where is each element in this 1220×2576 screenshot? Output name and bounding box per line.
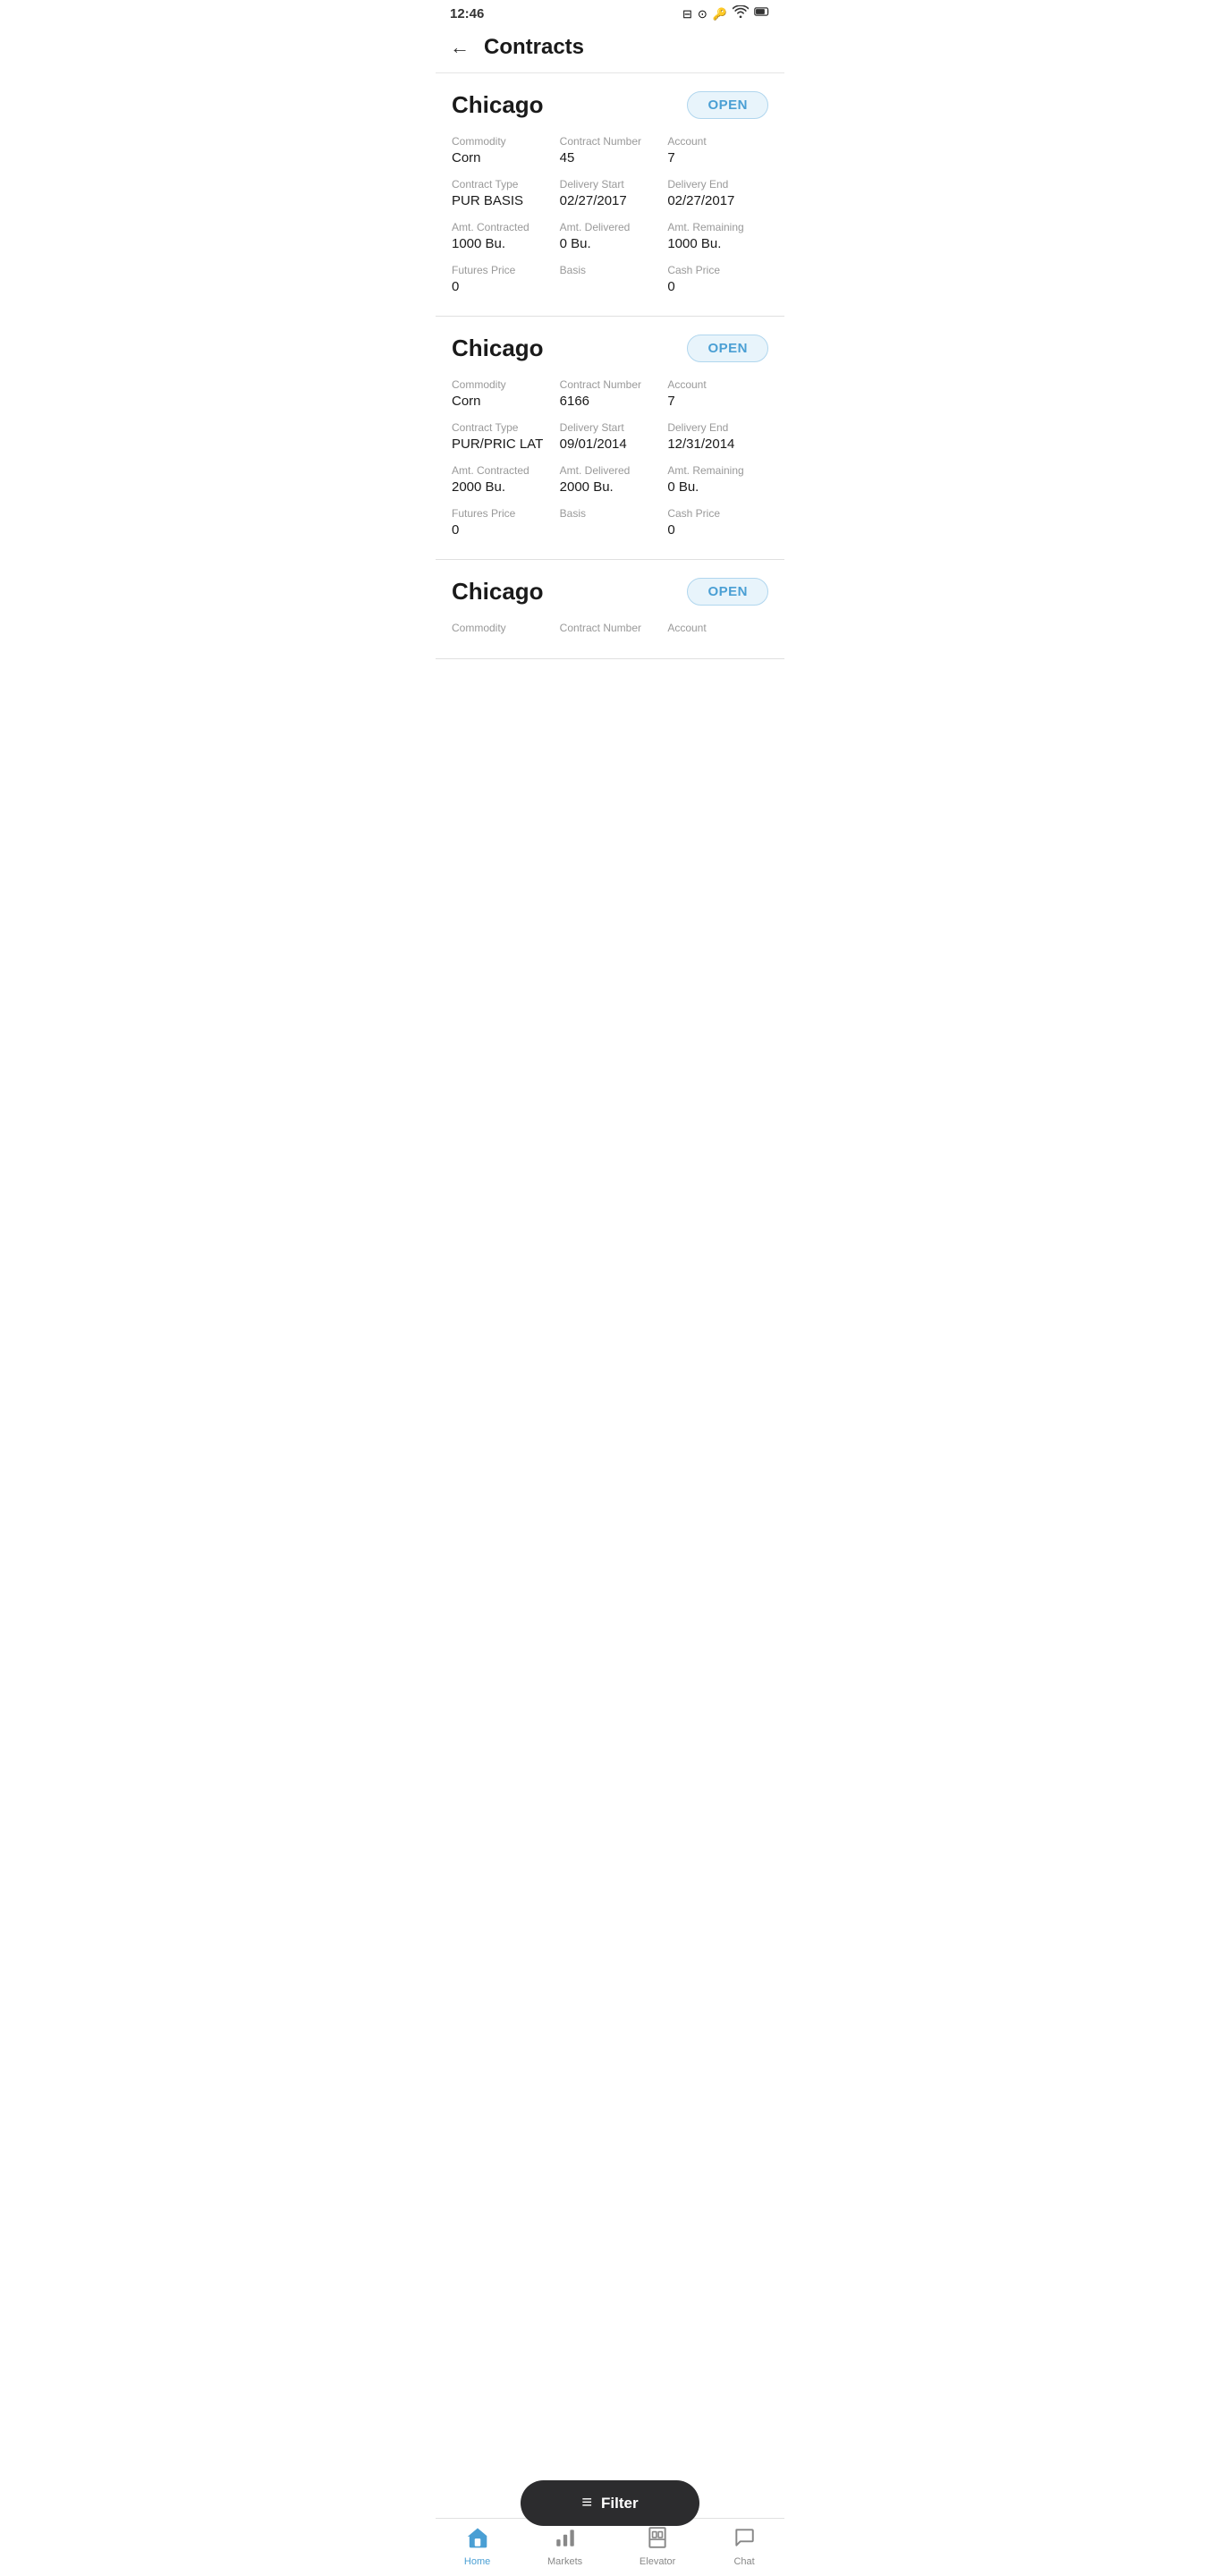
nav-markets-label: Markets [547,2556,582,2567]
filter-button[interactable]: ≡ Filter [521,2480,699,2526]
field-amt-contracted-1: Amt. Contracted 1000 Bu. [452,221,553,251]
nav-markets[interactable]: Markets [547,2526,582,2567]
open-badge-3: OPEN [687,578,768,606]
field-basis-1: Basis [560,264,661,294]
open-badge-1: OPEN [687,91,768,119]
field-account-2: Account 7 [667,378,768,409]
back-button[interactable]: ← [450,36,470,59]
filter-label: Filter [601,2495,639,2512]
sim-icon: ⊟ [682,7,692,21]
open-badge-2: OPEN [687,335,768,362]
nav-home-label: Home [464,2556,490,2567]
contract-card-1: Chicago OPEN Commodity Corn Contract Num… [436,73,784,317]
contract-card-3: Chicago OPEN Commodity Contract Number A… [436,560,784,659]
card-header-1: Chicago OPEN [452,91,768,119]
field-grid-1: Commodity Corn Contract Number 45 Accoun… [452,135,768,294]
wifi-icon [733,5,749,22]
filter-icon: ≡ [581,2493,592,2513]
nav-elevator-label: Elevator [640,2556,675,2567]
status-bar: 12:46 ⊟ ⊙ 🔑 [436,0,784,26]
page-header: ← Contracts [436,26,784,73]
field-amt-remaining-1: Amt. Remaining 1000 Bu. [667,221,768,251]
contract-location-1: Chicago [452,91,544,119]
contract-location-2: Chicago [452,335,544,362]
nav-home[interactable]: Home [464,2526,490,2567]
field-amt-delivered-1: Amt. Delivered 0 Bu. [560,221,661,251]
nav-chat-label: Chat [733,2556,754,2567]
field-delivery-end-2: Delivery End 12/31/2014 [667,421,768,452]
field-basis-2: Basis [560,507,661,538]
key-icon: 🔑 [713,7,727,21]
elevator-icon [646,2526,669,2554]
nav-chat[interactable]: Chat [733,2526,756,2567]
bottom-nav: Home Markets Elevator Chat [436,2518,784,2576]
markets-icon [554,2526,577,2554]
field-commodity-2: Commodity Corn [452,378,553,409]
navigation-icon: ⊙ [698,7,707,21]
home-icon [466,2526,489,2554]
field-amt-remaining-2: Amt. Remaining 0 Bu. [667,464,768,495]
field-delivery-end-1: Delivery End 02/27/2017 [667,178,768,208]
field-futures-price-2: Futures Price 0 [452,507,553,538]
field-contract-type-2: Contract Type PUR/PRIC LAT [452,421,553,452]
filter-bar: ≡ Filter [521,2480,699,2526]
field-grid-2: Commodity Corn Contract Number 6166 Acco… [452,378,768,538]
status-time: 12:46 [450,6,484,21]
field-contract-number-1: Contract Number 45 [560,135,661,165]
field-contract-type-1: Contract Type PUR BASIS [452,178,553,208]
field-delivery-start-2: Delivery Start 09/01/2014 [560,421,661,452]
field-delivery-start-1: Delivery Start 02/27/2017 [560,178,661,208]
field-amt-contracted-2: Amt. Contracted 2000 Bu. [452,464,553,495]
field-amt-delivered-2: Amt. Delivered 2000 Bu. [560,464,661,495]
chat-icon [733,2526,756,2554]
field-commodity-1: Commodity Corn [452,135,553,165]
field-cash-price-1: Cash Price 0 [667,264,768,294]
card-header-3: Chicago OPEN [452,578,768,606]
field-contract-number-2: Contract Number 6166 [560,378,661,409]
field-account-3: Account [667,622,768,637]
contract-card-2: Chicago OPEN Commodity Corn Contract Num… [436,317,784,560]
page-title: Contracts [484,35,584,60]
status-icons: ⊟ ⊙ 🔑 [682,5,770,22]
nav-elevator[interactable]: Elevator [640,2526,675,2567]
field-grid-3: Commodity Contract Number Account [452,622,768,637]
field-futures-price-1: Futures Price 0 [452,264,553,294]
field-account-1: Account 7 [667,135,768,165]
contracts-list: Chicago OPEN Commodity Corn Contract Num… [436,73,784,731]
field-contract-number-3: Contract Number [560,622,661,637]
field-cash-price-2: Cash Price 0 [667,507,768,538]
card-header-2: Chicago OPEN [452,335,768,362]
contract-location-3: Chicago [452,578,544,606]
battery-icon [754,5,770,22]
field-commodity-3: Commodity [452,622,553,637]
